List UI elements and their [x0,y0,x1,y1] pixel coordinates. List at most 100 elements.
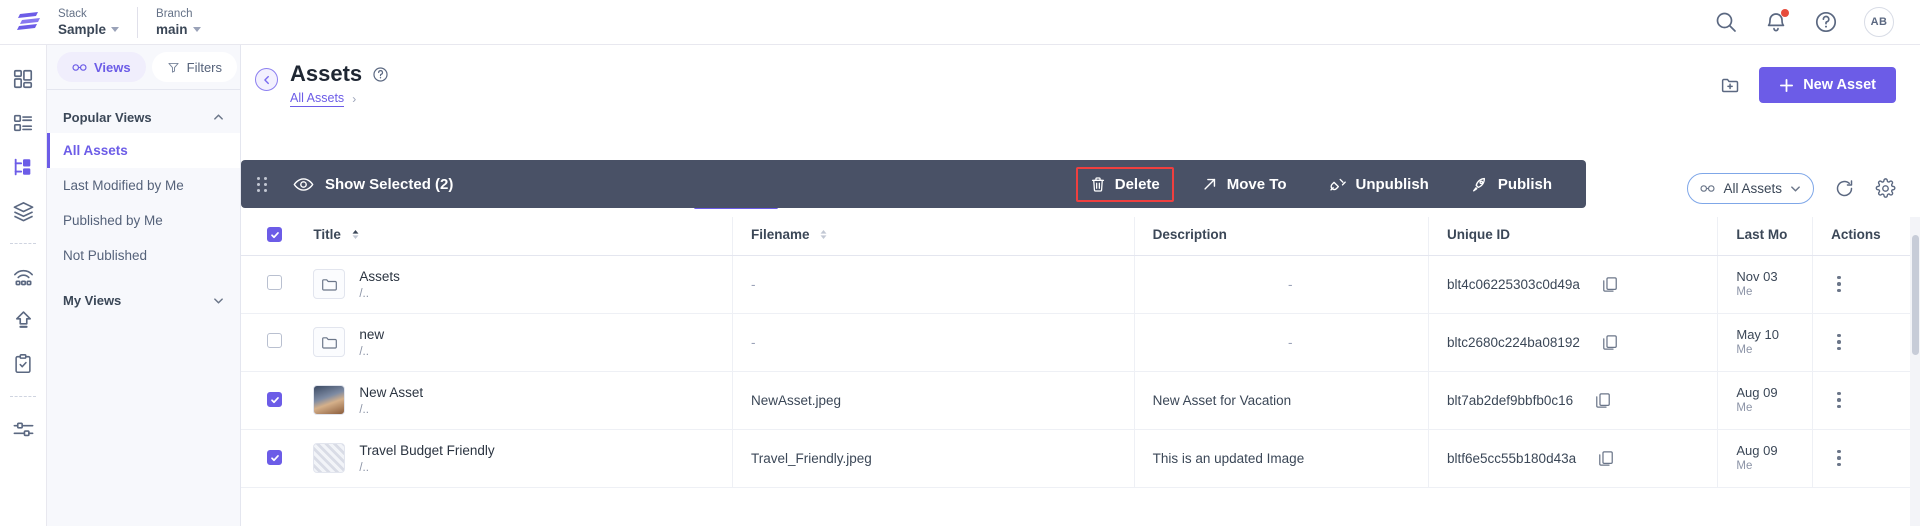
sidebar-item-published-by-me[interactable]: Published by Me [47,203,240,238]
row-modified-cell: Nov 03 Me [1717,255,1813,314]
copy-icon[interactable] [1595,392,1611,409]
notification-bell-icon[interactable] [1764,9,1789,34]
copy-icon[interactable] [1602,334,1618,351]
show-selected-label: Show Selected (2) [325,175,454,193]
publish-button[interactable]: Publish [1457,167,1566,202]
page-title: Assets [290,59,389,89]
show-selected-button[interactable]: Show Selected (2) [293,176,453,193]
table-row[interactable]: Travel Budget Friendly /.. Travel_Friend… [241,429,1910,488]
th-title[interactable]: Title [313,217,733,256]
sidebar-item-dashboard[interactable] [1,57,45,101]
assets-icon [14,158,31,176]
table-row[interactable]: Assets /.. - - blt4c06225303c0d49a Nov 0… [241,255,1910,314]
select-all-checkbox[interactable] [267,227,282,242]
sidebar-item-not-published[interactable]: Not Published [47,238,240,273]
sidebar-item-settings[interactable] [1,407,45,451]
check-icon [270,231,279,238]
row-path: /.. [359,403,369,416]
th-actions: Actions [1812,217,1910,256]
row-title: new [359,326,385,342]
help-circle-icon[interactable] [1814,10,1838,34]
avatar[interactable]: AB [1864,7,1894,37]
row-checkbox[interactable] [267,450,282,466]
views-group-my-views-header[interactable]: My Views [47,273,240,316]
help-circle-icon[interactable] [372,66,389,83]
branch-selector[interactable]: Branch main [156,7,234,38]
breadcrumb-all-assets[interactable]: All Assets [290,91,345,107]
refresh-icon[interactable] [1834,178,1855,199]
table-row[interactable]: new /.. - - bltc2680c224ba08192 May 10 M… [241,313,1910,372]
row-description: New Asset for Vacation [1133,371,1429,430]
chevron-down-icon [192,26,201,32]
row-actions-cell [1812,255,1910,314]
search-icon[interactable] [1714,10,1738,34]
table-row[interactable]: New Asset /.. NewAsset.jpeg New Asset fo… [241,371,1910,430]
app-root: Stack Sample Branch main AB Views Filter… [0,0,1920,526]
page-title-text: Assets [290,61,363,86]
sidebar-item-all-assets[interactable]: All Assets [47,133,240,168]
th-unique-id[interactable]: Unique ID [1427,217,1718,256]
stack-value: Sample [58,21,107,37]
row-select-cell [241,255,314,314]
th-unique-id-label: Unique ID [1446,227,1510,243]
bulk-actions: Delete Move To Unpublish Publish [1075,166,1566,202]
new-asset-button[interactable]: New Asset [1759,67,1896,103]
sidebar-item-last-modified-by-me[interactable]: Last Modified by Me [47,168,240,203]
rail-divider [10,396,36,397]
sidebar-item-live-preview[interactable] [1,254,45,298]
row-select-cell [241,429,314,488]
views-tab[interactable]: Views [57,52,146,82]
views-group-popular-header[interactable]: Popular Views [47,90,240,133]
new-asset-label: New Asset [1803,77,1876,93]
row-checkbox[interactable] [267,275,282,290]
unpublish-button[interactable]: Unpublish [1315,167,1443,202]
views-icon [1700,185,1716,192]
row-unique-id-cell: blt7ab2def9bbfb0c16 [1427,371,1718,430]
chevron-down-icon [111,26,120,32]
row-actions-cell [1812,429,1910,488]
delete-button[interactable]: Delete [1075,166,1174,202]
row-title-cell: new /.. [313,313,733,372]
table-filter-row: All Assets [1687,173,1896,204]
row-actions-menu[interactable] [1831,275,1847,293]
title-block: Assets All Assets › [290,59,389,107]
view-select[interactable]: All Assets [1687,173,1814,204]
gear-icon[interactable] [1875,178,1896,199]
th-filename[interactable]: Filename [731,217,1135,256]
scrollbar-thumb[interactable] [1912,235,1919,355]
copy-icon[interactable] [1598,450,1614,467]
row-checkbox[interactable] [267,392,282,408]
th-description[interactable]: Description [1133,217,1429,256]
check-icon [270,396,279,403]
chevron-down-icon [1791,186,1800,192]
view-select-label: All Assets [1723,181,1782,196]
row-actions-menu[interactable] [1831,449,1847,467]
row-unique-id: blt4c06225303c0d49a [1446,276,1580,292]
sidebar-item-assets[interactable] [1,145,45,189]
move-to-button[interactable]: Move To [1188,167,1301,202]
row-checkbox[interactable] [267,333,282,348]
row-actions-menu[interactable] [1831,333,1847,351]
row-actions-menu[interactable] [1831,391,1847,409]
move-to-label: Move To [1226,175,1287,193]
branch-label: Branch [156,7,193,20]
row-description: - [1288,276,1293,292]
row-filename: NewAsset.jpeg [731,371,1135,430]
app-logo[interactable] [0,10,58,34]
back-button[interactable] [255,68,278,91]
sidebar-item-content-types[interactable] [1,101,45,145]
copy-icon[interactable] [1602,276,1618,293]
row-filename: - [731,255,1135,314]
sidebar-item-publish-queue[interactable] [1,298,45,342]
new-folder-icon[interactable] [1720,75,1741,96]
sidebar-item-audit-log[interactable] [1,342,45,386]
arrow-up-right-icon [1204,178,1215,190]
sidebar-item-stack-layers[interactable] [1,189,45,233]
th-actions-label: Actions [1831,227,1881,243]
th-last-modified[interactable]: Last Mo [1717,217,1813,256]
drag-handle-icon[interactable] [257,176,267,192]
stack-selector[interactable]: Stack Sample [58,6,139,38]
live-preview-icon [13,269,33,285]
vertical-scrollbar[interactable] [1910,217,1920,526]
filters-tab[interactable]: Filters [151,52,238,82]
